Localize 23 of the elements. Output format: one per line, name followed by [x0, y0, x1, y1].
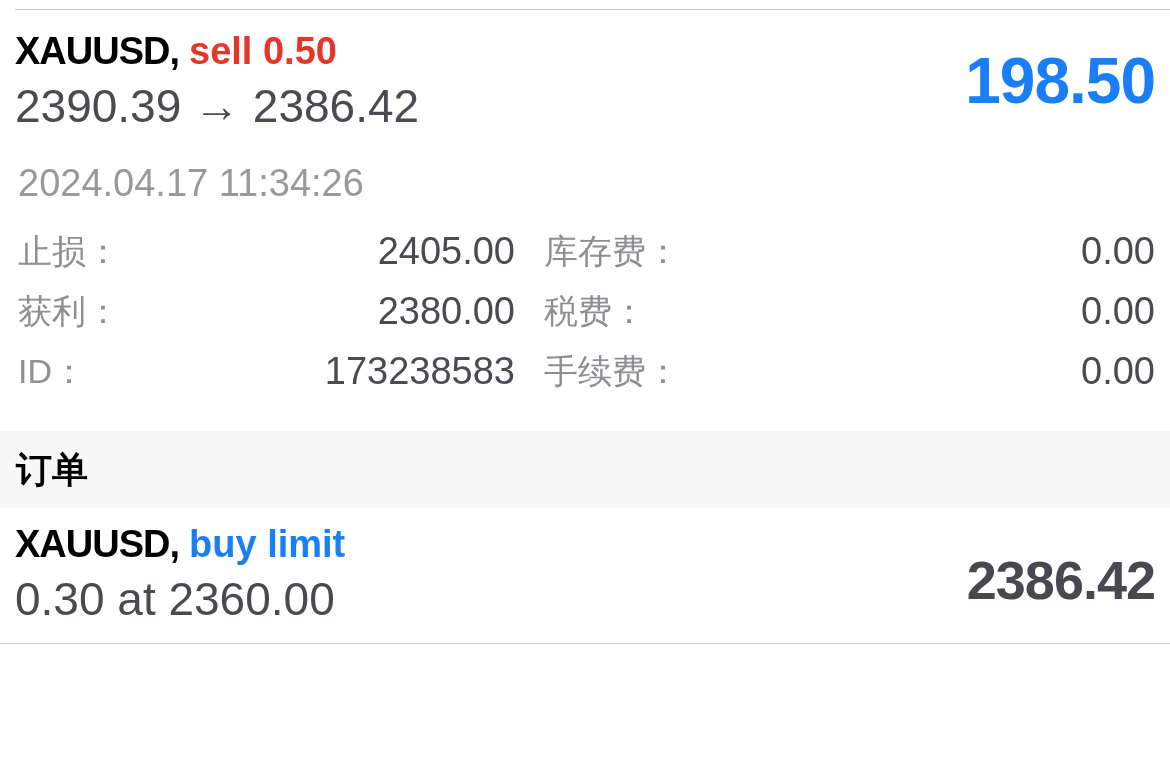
detail-label: 止损： [18, 231, 120, 272]
profit-value: 198.50 [965, 46, 1155, 116]
order-type: buy limit [189, 521, 346, 567]
open-close-prices: 2390.39 → 2386.42 [15, 80, 420, 132]
detail-value: 2380.00 [377, 289, 515, 333]
detail-label: 获利： [18, 291, 120, 332]
detail-label: ID： [18, 351, 86, 392]
order-volume-price: 0.30 at 2360.00 [15, 572, 336, 625]
detail-value: 0.00 [1081, 289, 1155, 333]
detail-value: 0.00 [1081, 229, 1155, 273]
detail-value: 173238583 [324, 349, 515, 393]
detail-label: 手续费： [544, 351, 680, 392]
trade-action: sell 0.50 [189, 29, 337, 74]
order-row[interactable]: XAUUSD, buy limit 0.30 at 2360.00 2386.42 [0, 508, 1170, 644]
current-price: 2386.42 [966, 548, 1155, 611]
symbol-label: XAUUSD, [15, 29, 180, 74]
detail-value: 2405.00 [377, 229, 515, 273]
section-title: 订单 [16, 447, 88, 492]
detail-label: 库存费： [544, 231, 680, 272]
detail-label: 税费： [544, 291, 646, 332]
detail-value: 0.00 [1081, 349, 1155, 393]
symbol-label: XAUUSD, [15, 521, 180, 567]
open-time: 2024.04.17 11:34:26 [18, 162, 364, 204]
